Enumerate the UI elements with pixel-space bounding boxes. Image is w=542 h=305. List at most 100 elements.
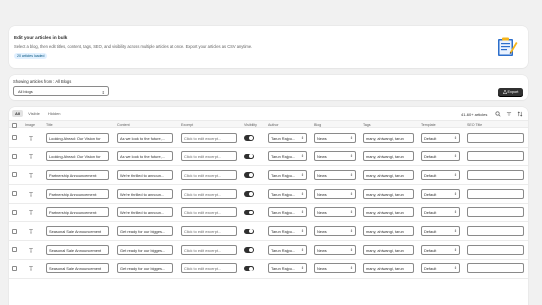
export-button[interactable]: Export [498, 88, 523, 97]
column-header-content[interactable]: Content [117, 123, 130, 127]
author-select[interactable]: Tarun Rajpu... ⇕ [268, 169, 307, 180]
search-icon[interactable] [495, 111, 501, 117]
blog-select-cell[interactable]: News ⇕ [314, 151, 356, 162]
row-checkbox[interactable] [12, 153, 17, 159]
blog-select-cell[interactable]: News ⇕ [314, 226, 356, 236]
title-input[interactable]: Seasonal Sale Announcement [46, 244, 109, 255]
seo-title-input[interactable] [467, 169, 524, 180]
blog-select-cell[interactable]: News ⇕ [314, 169, 356, 180]
blog-select-cell[interactable]: News ⇕ [314, 263, 356, 274]
excerpt-input[interactable]: Click to edit excerpt... [181, 188, 237, 199]
row-checkbox[interactable] [12, 191, 17, 197]
content-input[interactable]: As we look to the future,... [117, 151, 173, 162]
visibility-toggle[interactable] [244, 209, 254, 216]
template-select[interactable]: Default ⇕ [421, 132, 460, 143]
tab-all[interactable]: All [12, 110, 24, 117]
title-input[interactable]: Partnership Announcement: [46, 169, 109, 180]
excerpt-input[interactable]: Click to edit excerpt... [181, 244, 237, 255]
excerpt-input[interactable]: Click to edit excerpt... [181, 263, 237, 274]
visibility-toggle[interactable] [244, 228, 254, 234]
select-all-checkbox[interactable] [12, 122, 17, 128]
column-header-blog[interactable]: Blog [314, 123, 321, 127]
content-input[interactable]: Get ready for our bigges... [117, 226, 173, 236]
title-input[interactable]: Partnership Announcement: [46, 207, 109, 218]
template-select[interactable]: Default ⇕ [421, 226, 460, 236]
tags-input[interactable]: many, ahiwangi, tarun [363, 207, 414, 218]
visibility-toggle[interactable] [244, 247, 254, 253]
template-select[interactable]: Default ⇕ [421, 207, 460, 218]
author-select[interactable]: Tarun Rajpu... ⇕ [268, 226, 307, 236]
image-placeholder-icon[interactable] [28, 191, 34, 197]
column-header-template[interactable]: Template [421, 123, 436, 127]
visibility-toggle[interactable] [244, 191, 254, 197]
author-select[interactable]: Tarun Rajpu... ⇕ [268, 244, 307, 255]
column-header-seo-title[interactable]: SEO Title [467, 123, 482, 127]
filter-icon[interactable] [506, 111, 512, 117]
blog-select[interactable]: All blogs ⇕ [13, 86, 109, 96]
row-checkbox[interactable] [12, 135, 17, 140]
blog-select-cell[interactable]: News ⇕ [314, 132, 356, 143]
tags-input[interactable]: many, ahiwangi, tarun [363, 169, 414, 180]
image-placeholder-icon[interactable] [28, 135, 34, 141]
image-placeholder-icon[interactable] [28, 209, 34, 215]
column-header-title[interactable]: Title [46, 123, 53, 127]
row-checkbox[interactable] [12, 247, 17, 253]
title-input[interactable]: Looking Ahead: Our Vision for [46, 132, 109, 143]
blog-select-cell[interactable]: News ⇕ [314, 244, 356, 255]
row-checkbox[interactable] [12, 228, 17, 234]
template-select[interactable]: Default ⇕ [421, 188, 460, 199]
content-input[interactable]: As we look to the future,... [117, 132, 173, 143]
excerpt-input[interactable]: Click to edit excerpt... [181, 169, 237, 180]
author-select[interactable]: Tarun Rajpu... ⇕ [268, 132, 307, 143]
content-input[interactable]: Get ready for our bigges... [117, 244, 173, 255]
author-select[interactable]: Tarun Rajpu... ⇕ [268, 207, 307, 218]
author-select[interactable]: Tarun Rajpu... ⇕ [268, 188, 307, 199]
seo-title-input[interactable] [467, 207, 524, 218]
excerpt-input[interactable]: Click to edit excerpt... [181, 151, 237, 162]
template-select[interactable]: Default ⇕ [421, 169, 460, 180]
image-placeholder-icon[interactable] [28, 228, 34, 234]
template-select[interactable]: Default ⇕ [421, 151, 460, 162]
tags-input[interactable]: many, ahiwangi, tarun [363, 226, 414, 236]
content-input[interactable]: Get ready for our bigges... [117, 263, 173, 274]
visibility-toggle[interactable] [244, 172, 254, 178]
title-input[interactable]: Seasonal Sale Announcement [46, 226, 109, 236]
title-input[interactable]: Partnership Announcement: [46, 188, 109, 199]
seo-title-input[interactable] [467, 151, 524, 162]
author-select[interactable]: Tarun Rajpu... ⇕ [268, 151, 307, 162]
image-placeholder-icon[interactable] [28, 153, 34, 159]
column-header-author[interactable]: Author [268, 123, 279, 127]
content-input[interactable]: We're thrilled to announ... [117, 188, 173, 199]
excerpt-input[interactable]: Click to edit excerpt... [181, 207, 237, 218]
visibility-toggle[interactable] [244, 135, 254, 141]
column-header-visibility[interactable]: Visibility [244, 123, 257, 127]
seo-title-input[interactable] [467, 226, 524, 236]
sort-icon[interactable] [517, 111, 523, 117]
author-select[interactable]: Tarun Rajpu... ⇕ [268, 263, 307, 274]
row-checkbox[interactable] [12, 209, 17, 215]
excerpt-input[interactable]: Click to edit excerpt... [181, 226, 237, 236]
seo-title-input[interactable] [467, 263, 524, 274]
row-checkbox[interactable] [12, 172, 17, 178]
tab-visible[interactable]: Visible [25, 110, 43, 117]
tags-input[interactable]: many, ahiwangi, tarun [363, 132, 414, 143]
image-placeholder-icon[interactable] [28, 247, 34, 253]
tags-input[interactable]: many, ahiwangi, tarun [363, 188, 414, 199]
tags-input[interactable]: many, ahiwangi, tarun [363, 151, 414, 162]
blog-select-cell[interactable]: News ⇕ [314, 188, 356, 199]
tags-input[interactable]: many, ahiwangi, tarun [363, 244, 414, 255]
template-select[interactable]: Default ⇕ [421, 263, 460, 274]
image-placeholder-icon[interactable] [28, 172, 34, 178]
excerpt-input[interactable]: Click to edit excerpt... [181, 132, 237, 143]
title-input[interactable]: Seasonal Sale Announcement [46, 263, 109, 274]
column-header-excerpt[interactable]: Excerpt [181, 123, 193, 127]
tags-input[interactable]: many, ahiwangi, tarun [363, 263, 414, 274]
blog-select-cell[interactable]: News ⇕ [314, 207, 356, 218]
image-placeholder-icon[interactable] [28, 265, 34, 271]
seo-title-input[interactable] [467, 132, 524, 143]
content-input[interactable]: We're thrilled to announ... [117, 207, 173, 218]
seo-title-input[interactable] [467, 244, 524, 255]
column-header-tags[interactable]: Tags [363, 123, 371, 127]
visibility-toggle[interactable] [244, 265, 254, 272]
content-input[interactable]: We're thrilled to announ... [117, 169, 173, 180]
